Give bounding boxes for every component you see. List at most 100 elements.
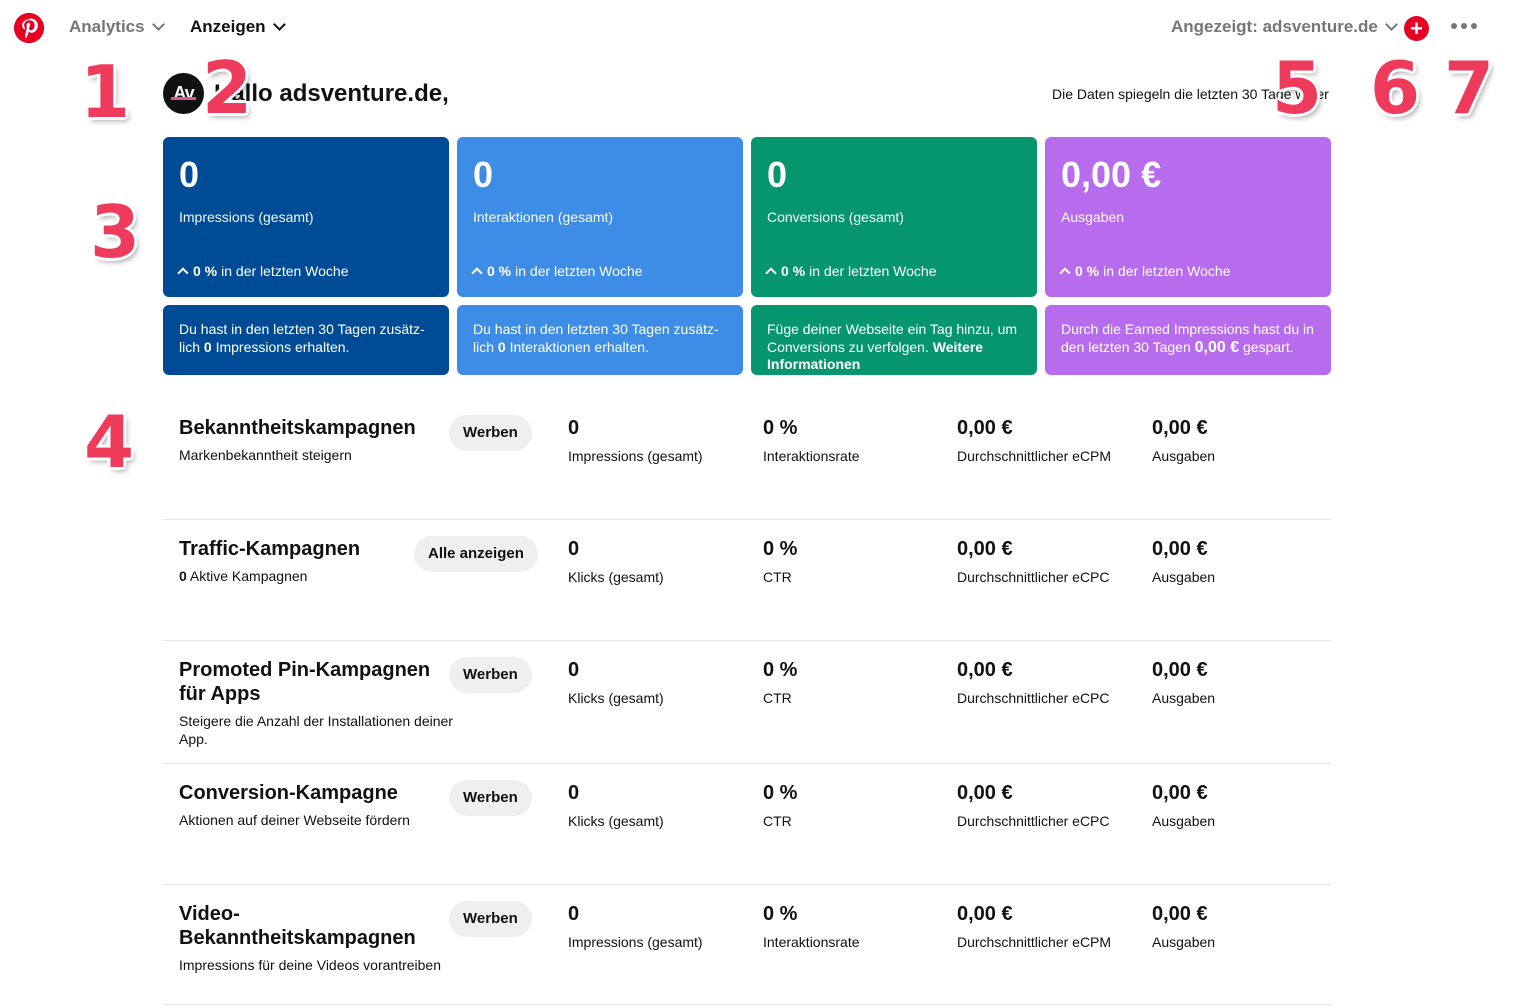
campaign-metric: 0 Klicks (gesamt)	[568, 658, 664, 706]
campaign-title: Traffic-Kampagnen	[179, 538, 361, 560]
metric-value: 0 %	[763, 417, 798, 439]
metric-label: Impressions (gesamt)	[568, 934, 703, 950]
annotation-number: 6	[1370, 46, 1421, 130]
metric-label: CTR	[763, 813, 792, 829]
trend-value: 0 %	[193, 263, 218, 279]
card-label: Impressions (gesamt)	[179, 209, 314, 225]
more-options-button[interactable]	[1451, 23, 1479, 33]
metric-label: Klicks (gesamt)	[568, 813, 664, 829]
metric-label: Durchschnittlicher eCPC	[957, 813, 1110, 829]
campaign-metric: 0,00 € Durchschnittlicher eCPC	[957, 537, 1110, 585]
campaign-metric: 0,00 € Ausgaben	[1152, 902, 1215, 950]
promote-button[interactable]: Werben	[449, 415, 532, 451]
interactions-card[interactable]: 0 Interaktionen (gesamt) 0 % in der letz…	[457, 137, 743, 297]
annotation-number: 3	[90, 190, 141, 274]
pinterest-logo-icon[interactable]	[14, 13, 44, 43]
metric-label: Ausgaben	[1152, 690, 1216, 706]
metric-label: Ausgaben	[1152, 569, 1216, 585]
campaign-title: Promoted Pin-Kampagnen für Apps	[179, 659, 431, 705]
campaign-metric: 0,00 € Ausgaben	[1152, 781, 1215, 829]
arrow-up-icon	[177, 267, 189, 279]
card-trend: 0 % in der letzten Woche	[1059, 263, 1231, 279]
metric-label: Ausgaben	[1152, 448, 1216, 464]
subtitle-text: Aktive Kampagnen	[189, 568, 308, 584]
spend-card[interactable]: 0,00 € Ausgaben 0 % in der letzten Woche	[1045, 137, 1331, 297]
avatar[interactable]: Av	[163, 73, 204, 114]
campaign-metric: 0 Klicks (gesamt)	[568, 537, 664, 585]
chevron-down-icon	[1385, 18, 1398, 31]
account-switcher-label: Angezeigt: adsventure.de	[1171, 17, 1378, 36]
metric-label: CTR	[763, 569, 792, 585]
active-count: 0	[179, 568, 187, 584]
campaign-subtitle: Impressions für deine Videos vorantreibe…	[179, 957, 442, 973]
campaign-title: Conversion-Kampagne	[179, 782, 398, 804]
trend-text: in der letzten Woche	[515, 263, 643, 279]
campaign-metric: 0,00 € Durchschnittlicher eCPC	[957, 658, 1110, 706]
info-text: gespart.	[1243, 338, 1294, 355]
metric-label: Durchschnittlicher eCPC	[957, 690, 1110, 706]
trend-value: 0 %	[487, 263, 512, 279]
trend-text: in der letzten Woche	[809, 263, 937, 279]
campaign-metric: 0 % Interaktionsrate	[763, 416, 860, 464]
card-trend: 0 % in der letzten Woche	[765, 263, 937, 279]
campaign-row-app-install: Promoted Pin-Kampagnen für Apps Steigere…	[163, 642, 1331, 762]
more-dots-icon	[1471, 23, 1477, 29]
campaign-metric: 0,00 € Durchschnittlicher eCPC	[957, 781, 1110, 829]
info-bold: 0,00 €	[1194, 338, 1240, 356]
more-dots-icon	[1451, 23, 1457, 29]
metric-label: Ausgaben	[1152, 813, 1216, 829]
chevron-down-icon	[272, 18, 286, 31]
row-divider	[163, 884, 1331, 885]
promote-button[interactable]: Werben	[449, 901, 532, 937]
card-trend: 0 % in der letzten Woche	[177, 263, 349, 279]
metric-value: 0	[568, 659, 580, 681]
card-label: Interaktionen (gesamt)	[473, 209, 614, 225]
row-divider	[163, 519, 1331, 520]
campaign-row-traffic: Traffic-Kampagnen 0 Aktive Kampagnen All…	[163, 521, 1331, 640]
trend-text: in der letzten Woche	[221, 263, 349, 279]
show-all-button[interactable]: Alle anzeigen	[414, 536, 538, 572]
metric-value: 0,00 €	[957, 659, 1013, 681]
metric-label: Ausgaben	[1152, 934, 1216, 950]
metric-label: Impressions (gesamt)	[568, 448, 703, 464]
arrow-up-icon	[765, 267, 777, 279]
annotation-number: 4	[84, 400, 135, 484]
campaign-metric: 0 % CTR	[763, 658, 797, 706]
conversions-card[interactable]: 0 Conversions (gesamt) 0 % in der letzte…	[751, 137, 1037, 297]
annotation-number: 1	[80, 50, 131, 134]
impressions-card[interactable]: 0 Impressions (gesamt) 0 % in der letzte…	[163, 137, 449, 297]
promote-button[interactable]: Werben	[449, 657, 532, 693]
row-divider	[163, 640, 1331, 641]
metric-value: 0,00 €	[957, 417, 1013, 439]
card-label: Ausgaben	[1061, 209, 1125, 225]
analytics-menu[interactable]: Analytics	[69, 17, 165, 37]
campaign-metric: 0,00 € Durchschnittlicher eCPM	[957, 416, 1111, 464]
campaign-metric: 0,00 € Ausgaben	[1152, 658, 1215, 706]
metric-label: CTR	[763, 690, 792, 706]
metric-label: Durchschnittlicher eCPC	[957, 569, 1110, 585]
plus-icon: +	[1410, 16, 1423, 41]
account-switcher[interactable]: Angezeigt: adsventure.de	[1171, 17, 1398, 37]
more-dots-icon	[1461, 23, 1467, 29]
metric-value: 0,00 €	[1152, 659, 1208, 681]
metric-label: Interaktionsrate	[763, 934, 860, 950]
campaign-subtitle: Markenbekanntheit steigern	[179, 447, 352, 463]
campaign-metric: 0 Impressions (gesamt)	[568, 416, 703, 464]
metric-value: 0,00 €	[1152, 417, 1208, 439]
metric-label: Durchschnittlicher eCPM	[957, 448, 1112, 464]
row-divider	[163, 1004, 1331, 1005]
campaign-metric: 0 % CTR	[763, 537, 797, 585]
metric-value: 0,00 €	[1152, 538, 1208, 560]
campaign-metric: 0 Impressions (gesamt)	[568, 902, 703, 950]
campaign-metric: 0,00 € Durchschnittlicher eCPM	[957, 902, 1111, 950]
campaign-row-conversion: Conversion-Kampagne Aktionen auf deiner …	[163, 765, 1331, 884]
info-bold: 0	[203, 338, 212, 355]
campaign-metric: 0 Klicks (gesamt)	[568, 781, 664, 829]
analytics-menu-label: Analytics	[69, 17, 145, 36]
campaign-metric: 0,00 € Ausgaben	[1152, 416, 1215, 464]
ads-menu[interactable]: Anzeigen	[190, 17, 286, 37]
promote-button[interactable]: Werben	[449, 780, 532, 816]
metric-value: 0 %	[763, 659, 798, 681]
create-button[interactable]: +	[1404, 16, 1429, 41]
metric-value: 0	[568, 903, 580, 925]
